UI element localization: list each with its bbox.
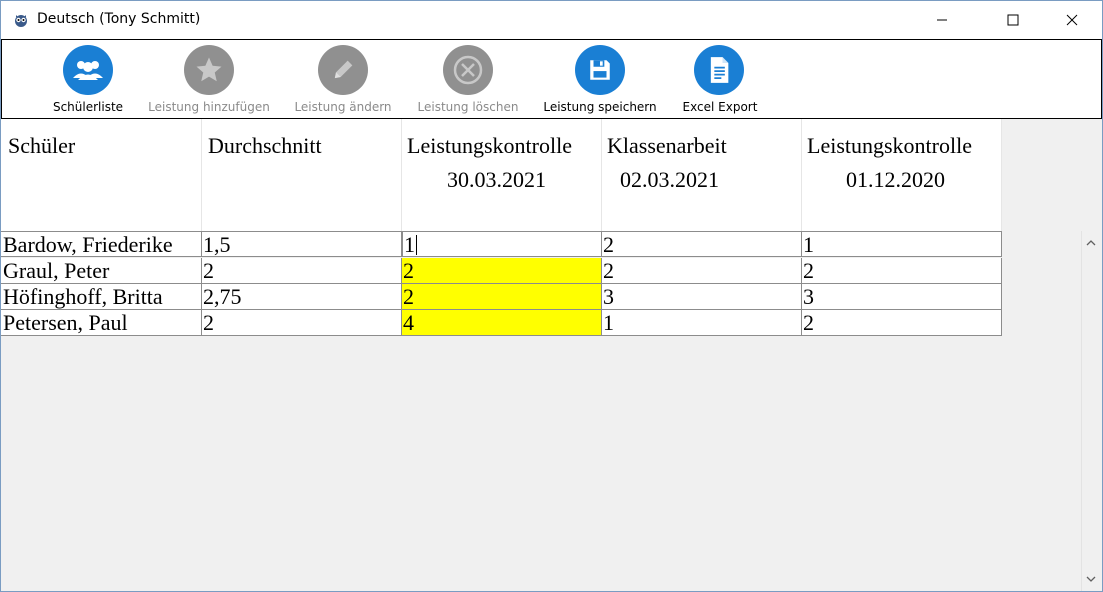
leistung-hinzufuegen-label: Leistung hinzufügen: [148, 100, 270, 114]
document-icon: [694, 45, 744, 95]
schuelerliste-label: Schülerliste: [52, 100, 124, 114]
maximize-icon: [1007, 14, 1019, 26]
vertical-scrollbar[interactable]: [1081, 231, 1102, 591]
minimize-icon: [937, 19, 947, 21]
leistung-speichern-button[interactable]: Leistung speichern: [540, 40, 660, 118]
grade-cell-editing[interactable]: 1: [402, 231, 602, 257]
minimize-button[interactable]: [919, 1, 965, 39]
delete-circle-icon: [443, 45, 493, 95]
excel-export-label: Excel Export: [682, 100, 758, 114]
pencil-icon: [318, 45, 368, 95]
floppy-disk-icon: [575, 45, 625, 95]
grades-grid: Schüler Durchschnitt Leistungskontrolle …: [1, 119, 1081, 591]
grade-cell[interactable]: 3: [602, 284, 802, 310]
grade-cell[interactable]: 3: [802, 284, 1002, 310]
table-row: Bardow, Friederike 1,5 1 2 1: [1, 231, 1003, 257]
leistung-speichern-label: Leistung speichern: [543, 100, 657, 114]
window-title: Deutsch (Tony Schmitt): [37, 11, 201, 27]
close-button[interactable]: [1049, 1, 1095, 39]
grade-cell[interactable]: 2: [802, 310, 1002, 336]
title-bar: Deutsch (Tony Schmitt): [1, 1, 1102, 39]
student-name-cell[interactable]: Bardow, Friederike: [1, 231, 202, 257]
grade-cell[interactable]: 2: [802, 258, 1002, 284]
scroll-down-arrow-icon[interactable]: [1085, 573, 1097, 585]
column-header-schueler[interactable]: Schüler: [1, 119, 202, 231]
average-cell[interactable]: 1,5: [202, 231, 402, 257]
grade-cell[interactable]: 1: [802, 231, 1002, 257]
average-cell[interactable]: 2: [202, 310, 402, 336]
schuelerliste-button[interactable]: Schülerliste: [48, 40, 128, 118]
column-header-leistungskontrolle-1[interactable]: Leistungskontrolle 30.03.2021: [402, 119, 602, 231]
table-row: Graul, Peter 2 2 2 2: [1, 258, 1003, 284]
leistung-loeschen-button[interactable]: Leistung löschen: [412, 40, 524, 118]
column-header-klassenarbeit[interactable]: Klassenarbeit 02.03.2021: [602, 119, 802, 231]
student-name-cell[interactable]: Höfinghoff, Britta: [1, 284, 202, 310]
people-icon: [63, 45, 113, 95]
average-cell[interactable]: 2,75: [202, 284, 402, 310]
column-header-durchschnitt[interactable]: Durchschnitt: [202, 119, 402, 231]
close-icon: [1066, 14, 1078, 26]
app-window: Deutsch (Tony Schmitt) Schülerliste Leis…: [0, 0, 1103, 592]
student-name-cell[interactable]: Graul, Peter: [1, 258, 202, 284]
grade-cell-highlighted[interactable]: 4: [402, 310, 602, 336]
grade-cell-highlighted[interactable]: 2: [402, 284, 602, 310]
owl-icon: [15, 15, 27, 27]
grade-cell[interactable]: 2: [602, 258, 802, 284]
leistung-loeschen-label: Leistung löschen: [417, 100, 519, 114]
leistung-hinzufuegen-button[interactable]: Leistung hinzufügen: [145, 40, 273, 118]
grade-cell-highlighted[interactable]: 2: [402, 258, 602, 284]
table-row: Höfinghoff, Britta 2,75 2 3 3: [1, 284, 1003, 310]
toolbar: Schülerliste Leistung hinzufügen Leistun…: [1, 39, 1102, 119]
average-cell[interactable]: 2: [202, 258, 402, 284]
column-header-leistungskontrolle-2[interactable]: Leistungskontrolle 01.12.2020: [802, 119, 1002, 231]
maximize-button[interactable]: [990, 1, 1036, 39]
leistung-aendern-button[interactable]: Leistung ändern: [287, 40, 399, 118]
grade-cell[interactable]: 2: [602, 231, 802, 257]
leistung-aendern-label: Leistung ändern: [294, 100, 392, 114]
student-name-cell[interactable]: Petersen, Paul: [1, 310, 202, 336]
table-row: Petersen, Paul 2 4 1 2: [1, 310, 1003, 336]
star-icon: [184, 45, 234, 95]
excel-export-button[interactable]: Excel Export: [674, 40, 766, 118]
scroll-up-arrow-icon[interactable]: [1085, 237, 1097, 249]
grade-cell[interactable]: 1: [602, 310, 802, 336]
